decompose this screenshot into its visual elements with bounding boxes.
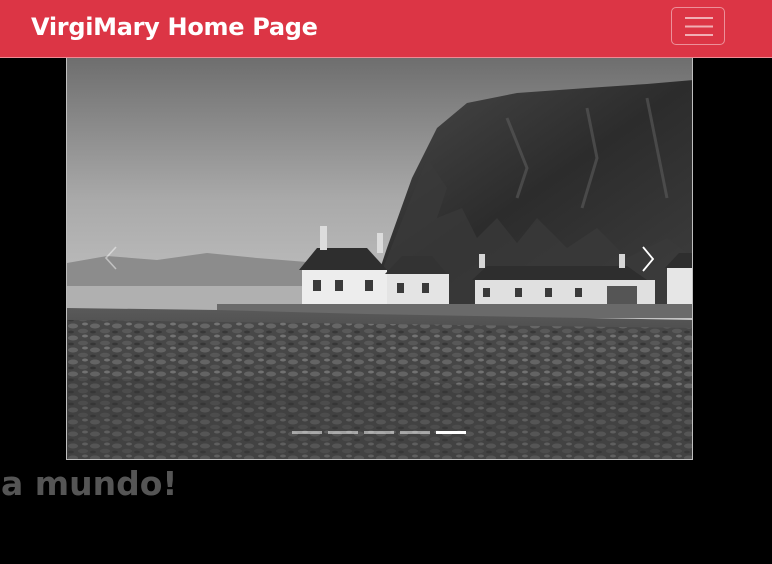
page-heading: a mundo! — [1, 464, 178, 503]
image-carousel — [66, 58, 693, 460]
carousel-indicators — [292, 430, 466, 436]
carousel-indicator[interactable] — [328, 431, 358, 434]
chevron-left-icon — [105, 246, 117, 270]
navbar-brand[interactable]: VirgiMary Home Page — [31, 11, 318, 43]
carousel-indicator-active[interactable] — [436, 431, 466, 434]
carousel-indicator[interactable] — [400, 431, 430, 434]
carousel-next-button[interactable] — [602, 58, 692, 459]
carousel-indicator[interactable] — [292, 431, 322, 434]
carousel-slide-image — [67, 58, 692, 459]
carousel-prev-button[interactable] — [67, 58, 157, 459]
navbar: VirgiMary Home Page — [0, 0, 772, 58]
hamburger-icon — [685, 17, 713, 36]
navbar-toggler-button[interactable] — [671, 7, 725, 45]
carousel-indicator[interactable] — [364, 431, 394, 434]
chevron-right-icon — [642, 246, 654, 272]
